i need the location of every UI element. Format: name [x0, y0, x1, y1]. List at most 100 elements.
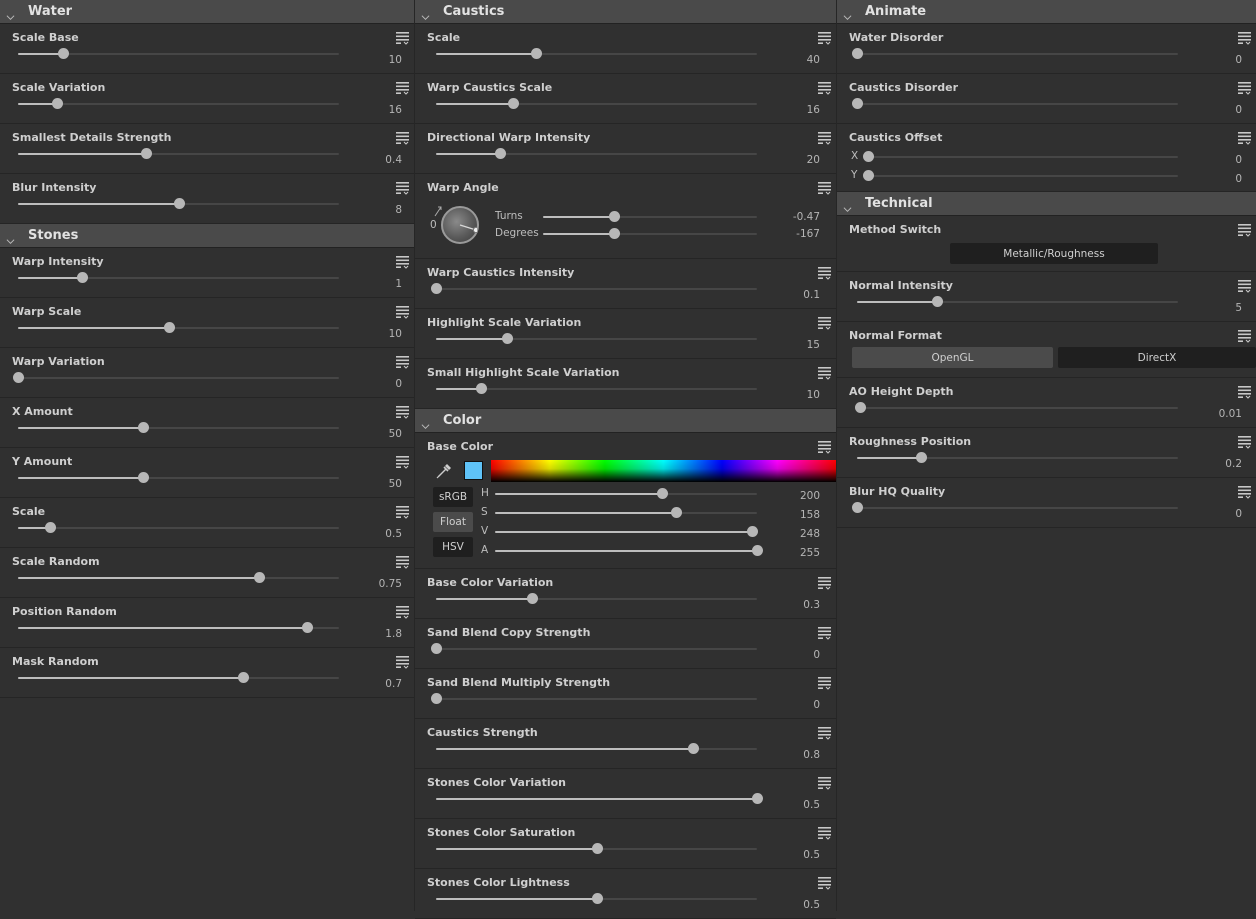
slider-track[interactable]: [868, 175, 1178, 177]
parameter-menu-icon[interactable]: [818, 30, 832, 43]
slider-thumb[interactable]: [237, 672, 249, 683]
slider-track[interactable]: [436, 698, 757, 700]
slider-thumb[interactable]: [852, 502, 863, 513]
slider-thumb[interactable]: [530, 48, 542, 59]
value-readout[interactable]: 10: [342, 54, 402, 66]
parameter-menu-icon[interactable]: [1238, 384, 1252, 397]
slider-thumb[interactable]: [51, 98, 63, 109]
parameter-menu-icon[interactable]: [396, 404, 410, 417]
parameter-menu-icon[interactable]: [818, 265, 832, 278]
slider-track[interactable]: [18, 103, 339, 105]
slider-track[interactable]: [857, 507, 1178, 509]
parameter-menu-icon[interactable]: [396, 304, 410, 317]
value-readout[interactable]: 10: [760, 389, 820, 401]
degrees-slider[interactable]: [543, 228, 757, 240]
slider-track[interactable]: [18, 377, 339, 379]
value-readout[interactable]: 40: [760, 54, 820, 66]
param-slider[interactable]: [852, 502, 1178, 514]
value-readout[interactable]: 1.8: [342, 628, 402, 640]
parameter-menu-icon[interactable]: [1238, 130, 1252, 143]
parameter-menu-icon[interactable]: [818, 875, 832, 888]
param-slider[interactable]: [18, 472, 339, 484]
slider-thumb[interactable]: [431, 283, 442, 294]
parameter-menu-icon[interactable]: [396, 30, 410, 43]
param-slider[interactable]: [18, 422, 339, 434]
param-slider[interactable]: [436, 593, 757, 605]
section-header-animate[interactable]: Animate: [837, 0, 1256, 24]
offset-y-slider[interactable]: [863, 170, 1178, 182]
parameter-menu-icon[interactable]: [818, 825, 832, 838]
param-slider[interactable]: [18, 48, 339, 60]
eyedropper-icon[interactable]: [435, 461, 453, 483]
param-slider[interactable]: [18, 198, 339, 210]
param-slider[interactable]: [436, 893, 757, 905]
value-readout[interactable]: 0: [342, 378, 402, 390]
slider-thumb[interactable]: [508, 98, 520, 109]
chevron-down-icon[interactable]: [6, 231, 15, 240]
channel-slider-s[interactable]: [495, 507, 757, 519]
channel-slider-a[interactable]: [495, 545, 763, 557]
channel-slider-h[interactable]: [495, 488, 757, 500]
slider-thumb[interactable]: [608, 211, 620, 222]
normal-format-option-directx[interactable]: DirectX: [1058, 347, 1256, 368]
param-slider[interactable]: [852, 98, 1178, 110]
offset-x-slider[interactable]: [863, 151, 1178, 163]
param-slider[interactable]: [18, 322, 339, 334]
value-readout[interactable]: -167: [760, 228, 820, 240]
parameter-menu-icon[interactable]: [1238, 328, 1252, 341]
value-readout[interactable]: 16: [342, 104, 402, 116]
value-readout[interactable]: 255: [760, 547, 820, 559]
section-header-water[interactable]: Water: [0, 0, 414, 24]
slider-thumb[interactable]: [527, 593, 539, 604]
slider-thumb[interactable]: [138, 422, 150, 433]
parameter-menu-icon[interactable]: [396, 554, 410, 567]
value-readout[interactable]: 0.3: [760, 599, 820, 611]
value-readout[interactable]: 0.4: [342, 154, 402, 166]
channel-slider-v[interactable]: [495, 526, 758, 538]
slider-track[interactable]: [868, 156, 1178, 158]
angle-dial-icon[interactable]: [441, 206, 479, 244]
slider-thumb[interactable]: [57, 48, 69, 59]
parameter-menu-icon[interactable]: [396, 454, 410, 467]
slider-thumb[interactable]: [138, 472, 150, 483]
parameter-menu-icon[interactable]: [396, 504, 410, 517]
chevron-down-icon[interactable]: [843, 199, 852, 208]
section-header-technical[interactable]: Technical: [837, 192, 1256, 216]
value-readout[interactable]: 10: [342, 328, 402, 340]
section-header-stones[interactable]: Stones: [0, 224, 414, 248]
value-readout[interactable]: 0.1: [760, 289, 820, 301]
section-header-color[interactable]: Color: [415, 409, 836, 433]
value-readout[interactable]: 0: [760, 699, 820, 711]
chevron-down-icon[interactable]: [6, 7, 15, 16]
slider-thumb[interactable]: [431, 643, 442, 654]
param-slider[interactable]: [436, 743, 757, 755]
slider-track[interactable]: [857, 53, 1178, 55]
parameter-menu-icon[interactable]: [818, 775, 832, 788]
chevron-down-icon[interactable]: [421, 7, 430, 16]
param-slider[interactable]: [436, 793, 763, 805]
parameter-menu-icon[interactable]: [818, 675, 832, 688]
slider-thumb[interactable]: [863, 151, 874, 162]
param-slider[interactable]: [852, 48, 1178, 60]
mode-button-hsv[interactable]: HSV: [433, 537, 473, 557]
param-slider[interactable]: [18, 98, 339, 110]
chevron-down-icon[interactable]: [421, 416, 430, 425]
slider-track[interactable]: [436, 288, 757, 290]
value-readout[interactable]: 0.2: [1182, 458, 1242, 470]
slider-track[interactable]: [857, 407, 1178, 409]
value-readout[interactable]: 0: [1182, 154, 1242, 166]
value-readout[interactable]: 1: [342, 278, 402, 290]
normal-format-option-opengl[interactable]: OpenGL: [852, 347, 1053, 368]
parameter-menu-icon[interactable]: [818, 130, 832, 143]
parameter-menu-icon[interactable]: [1238, 222, 1252, 235]
parameter-menu-icon[interactable]: [396, 604, 410, 617]
slider-thumb[interactable]: [475, 383, 487, 394]
value-readout[interactable]: 248: [760, 528, 820, 540]
value-readout[interactable]: 0.01: [1182, 408, 1242, 420]
parameter-menu-icon[interactable]: [818, 439, 832, 452]
slider-thumb[interactable]: [301, 622, 313, 633]
slider-thumb[interactable]: [77, 272, 89, 283]
parameter-menu-icon[interactable]: [396, 180, 410, 193]
param-slider[interactable]: [18, 148, 339, 160]
param-slider[interactable]: [855, 402, 1178, 414]
